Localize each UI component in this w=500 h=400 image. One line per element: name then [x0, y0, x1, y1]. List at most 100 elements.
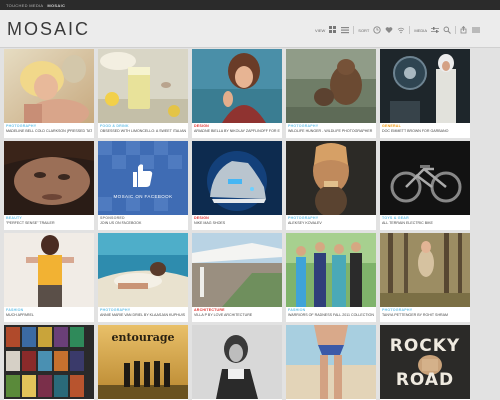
tile-category[interactable]: TOYS & GEAR — [382, 216, 468, 220]
thumbnail-entourage[interactable]: entourage — [98, 325, 188, 399]
tile-title[interactable]: TANYA PETTENGER BY ROHIT SHRAM — [382, 313, 468, 317]
tile-title[interactable]: ALEKSEY KOVALEV — [288, 221, 374, 225]
header: MOSAIC VIEW SORT MEDIA — [0, 10, 500, 48]
grid-tile[interactable]: PHOTOGRAPHY ALEKSEY KOVALEV — [286, 141, 376, 230]
thumbnail-facebook[interactable]: MOSAIC ON FACEBOOK — [98, 141, 188, 215]
view-label: VIEW — [315, 27, 326, 33]
thumbnail-bear[interactable] — [286, 49, 376, 123]
tile-caption: FASHION MUCH APPAREL — [6, 308, 92, 321]
clock-icon[interactable] — [373, 26, 381, 34]
grid-tile[interactable]: ARCHITECTURE VILLA P BY LOVE ARCHITECTUR… — [192, 233, 282, 322]
grid-tile[interactable]: DESIGN NIKE MAG SHOES — [192, 141, 282, 230]
grid-tile[interactable]: PHOTOGRAPHY TANYA PETTENGER BY ROHIT SHR… — [380, 233, 470, 322]
tile-category[interactable]: ARCHITECTURE — [194, 308, 280, 312]
tile-category[interactable]: BEAUTY — [6, 216, 92, 220]
tile-caption: BEAUTY "PERFECT SENSE" TRAILER — [6, 216, 92, 229]
menu-icon[interactable] — [472, 26, 480, 34]
heart-icon[interactable] — [385, 26, 393, 34]
thumbnail-sneaker[interactable] — [192, 141, 282, 215]
tile-category[interactable]: PHOTOGRAPHY — [288, 124, 374, 128]
tile-caption: PHOTOGRAPHY ANNIE MARIE VAN DRIEL BY KLA… — [100, 308, 186, 321]
tile-category[interactable]: PHOTOGRAPHY — [382, 308, 468, 312]
site-logo[interactable]: MOSAIC — [7, 19, 90, 40]
thumbnail-bike[interactable] — [380, 141, 470, 215]
tile-title[interactable]: JOIN US ON FACEBOOK — [100, 221, 186, 225]
grid-tile[interactable]: PHOTOGRAPHY ANNIE MARIE VAN DRIEL BY KLA… — [98, 233, 188, 322]
tile-caption: PHOTOGRAPHY ALEKSEY KOVALEV — [288, 216, 374, 229]
wifi-icon[interactable] — [397, 26, 405, 34]
grid-tile[interactable]: PHOTOGRAPHY MADELINE BELL COLD CLARKSON … — [4, 49, 94, 138]
tile-title[interactable]: WILDLIFE HUNGER - WILDLIFE PHOTOGRAPHER — [288, 129, 374, 133]
topbar-accent[interactable]: MOSAIC — [47, 3, 65, 8]
tile-category[interactable]: PHOTOGRAPHY — [288, 216, 374, 220]
thumbnail-book-spines[interactable] — [4, 325, 94, 399]
thumbnail-bw-portrait[interactable] — [192, 325, 282, 399]
grid-tile[interactable]: TOYS & GEAR ALL TERRAIN ELECTRIC BIKE — [380, 141, 470, 230]
tile-title[interactable]: OBSESSED WITH LIMONCELLO: A SWEET ITALIA… — [100, 129, 186, 133]
tile-category[interactable]: DESIGN — [194, 216, 280, 220]
thumbnail-mystic-face[interactable] — [286, 141, 376, 215]
tile-caption: GENERAL DOC EMMETT BROWN FOR GARBANO — [382, 124, 468, 137]
toolbar-divider — [409, 26, 411, 34]
thumbnail-rocky-road[interactable]: ROCKY ROAD — [380, 325, 470, 399]
grid-tile[interactable] — [4, 325, 94, 400]
tile-title[interactable]: ARIADNE BIELLA BY NIKOLAY ZAPFLINOFF FOR… — [194, 129, 280, 133]
grid-tile[interactable]: DESIGN ARIADNE BIELLA BY NIKOLAY ZAPFLIN… — [192, 49, 282, 138]
grid-tile[interactable]: FOOD & DRINK OBSESSED WITH LIMONCELLO: A… — [98, 49, 188, 138]
list-view-icon[interactable] — [341, 26, 350, 34]
thumbnail-beach-legs[interactable] — [286, 325, 376, 399]
tile-title[interactable]: NIKE MAG SHOES — [194, 221, 280, 225]
thumbnail-doc-brown[interactable] — [380, 49, 470, 123]
grid-tile[interactable] — [286, 325, 376, 400]
thumbnail-fashion[interactable] — [4, 233, 94, 307]
tile-category[interactable]: FASHION — [6, 308, 92, 312]
tile-caption: ARCHITECTURE VILLA P BY LOVE ARCHITECTUR… — [194, 308, 280, 321]
thumbnail-lemon-drink[interactable] — [98, 49, 188, 123]
rocky-road-overlay-text: ROCKY ROAD — [389, 336, 461, 390]
tile-category[interactable]: FASHION — [288, 308, 374, 312]
thumbnail-sandy-beach[interactable] — [98, 233, 188, 307]
tile-title[interactable]: DOC EMMETT BROWN FOR GARBANO — [382, 129, 468, 133]
tile-category[interactable]: SPONSORED — [100, 216, 186, 220]
thumbnail-face-closeup[interactable] — [4, 141, 94, 215]
grid-tile[interactable]: PHOTOGRAPHY WILDLIFE HUNGER - WILDLIFE P… — [286, 49, 376, 138]
grid-tile[interactable]: FASHION WARRIORS OF RADNESS FALL 2011 CO… — [286, 233, 376, 322]
share-icon[interactable] — [460, 25, 468, 34]
grid-tile[interactable]: GENERAL DOC EMMETT BROWN FOR GARBANO — [380, 49, 470, 138]
tile-category[interactable]: PHOTOGRAPHY — [100, 308, 186, 312]
tile-title[interactable]: WARRIORS OF RADNESS FALL 2011 COLLECTION — [288, 313, 374, 317]
grid-tile[interactable] — [192, 325, 282, 400]
tile-title[interactable]: "PERFECT SENSE" TRAILER — [6, 221, 92, 225]
thumbnail-forest[interactable] — [380, 233, 470, 307]
top-bar: TOUCHED MEDIA MOSAIC — [0, 0, 500, 10]
grid-view-icon[interactable] — [329, 26, 337, 34]
tile-title[interactable]: VILLA P BY LOVE ARCHITECTURE — [194, 313, 280, 317]
tile-caption: DESIGN NIKE MAG SHOES — [194, 216, 280, 229]
tile-category[interactable]: GENERAL — [382, 124, 468, 128]
tile-title[interactable]: MUCH APPAREL — [6, 313, 92, 317]
grid-tile[interactable]: ROCKY ROAD — [380, 325, 470, 400]
grid-tile[interactable]: entourage — [98, 325, 188, 400]
tile-category[interactable]: PHOTOGRAPHY — [6, 124, 92, 128]
toolbar-divider — [353, 26, 355, 34]
tile-title[interactable]: MADELINE BELL COLD CLARKSON (PRESSED TAT… — [6, 129, 92, 133]
thumbnail-woman-portrait[interactable] — [192, 49, 282, 123]
sort-label: SORT — [358, 27, 370, 33]
grid-tile[interactable]: BEAUTY "PERFECT SENSE" TRAILER — [4, 141, 94, 230]
grid-tile[interactable]: MOSAIC ON FACEBOOK SPONSORED JOIN US ON … — [98, 141, 188, 230]
sliders-icon[interactable] — [431, 26, 439, 34]
thumbnail-blonde-portrait[interactable] — [4, 49, 94, 123]
search-icon[interactable] — [443, 26, 451, 34]
tile-caption: FOOD & DRINK OBSESSED WITH LIMONCELLO: A… — [100, 124, 186, 137]
thumbnail-group[interactable] — [286, 233, 376, 307]
tile-category[interactable]: FOOD & DRINK — [100, 124, 186, 128]
grid-tile[interactable]: FASHION MUCH APPAREL — [4, 233, 94, 322]
topbar-prefix[interactable]: TOUCHED MEDIA — [6, 3, 43, 8]
tile-caption: SPONSORED JOIN US ON FACEBOOK — [100, 216, 186, 229]
thumbnail-house[interactable] — [192, 233, 282, 307]
tile-title[interactable]: ANNIE MARIE VAN DRIEL BY KLAASJAN KUPHUI… — [100, 313, 186, 317]
tile-title[interactable]: ALL TERRAIN ELECTRIC BIKE — [382, 221, 468, 225]
tile-caption: FASHION WARRIORS OF RADNESS FALL 2011 CO… — [288, 308, 374, 321]
tile-caption: PHOTOGRAPHY MADELINE BELL COLD CLARKSON … — [6, 124, 92, 137]
tile-category[interactable]: DESIGN — [194, 124, 280, 128]
